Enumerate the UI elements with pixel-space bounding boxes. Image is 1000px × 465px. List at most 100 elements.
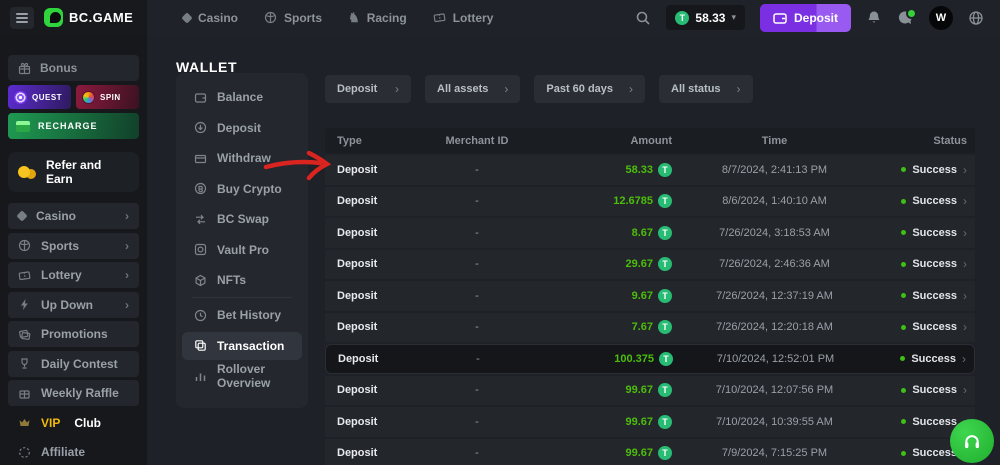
chevron-right-icon[interactable]: [963, 383, 967, 397]
lightning-icon: [18, 298, 31, 311]
col-amount: Amount: [527, 135, 672, 147]
usdt-icon: [658, 257, 672, 271]
chevron-right-icon[interactable]: [963, 163, 967, 177]
success-dot-icon: [901, 419, 906, 424]
refer-and-earn-button[interactable]: Refer and Earn: [8, 152, 139, 192]
chevron-right-icon: [737, 82, 741, 96]
recharge-button[interactable]: RECHARGE: [8, 113, 139, 139]
wallet-nav-buy-crypto[interactable]: Buy Crypto: [182, 175, 302, 203]
wallet-nav-vault-pro[interactable]: Vault Pro: [182, 236, 302, 264]
wallet-nav-rollover-overview[interactable]: Rollover Overview: [182, 362, 302, 390]
wallet-nav-label: Buy Crypto: [217, 182, 282, 196]
cell-merchant-id: -: [427, 384, 527, 396]
nav-sports[interactable]: Sports: [264, 11, 322, 25]
sidebar-toggle-button[interactable]: [10, 7, 34, 29]
chevron-right-icon: [125, 268, 129, 282]
table-row[interactable]: Deposit - 100.375 7/10/2024, 12:52:01 PM…: [325, 344, 975, 374]
nav-label: Racing: [367, 11, 407, 25]
sidebar-item-weekly-raffle[interactable]: Weekly Raffle: [8, 380, 139, 406]
deposit-button[interactable]: Deposit: [760, 4, 851, 32]
table-row[interactable]: Deposit - 99.67 7/10/2024, 12:07:56 PM S…: [325, 376, 975, 406]
wallet-nav-withdraw[interactable]: Withdraw: [182, 144, 302, 172]
transaction-icon: [194, 339, 207, 352]
chat-button[interactable]: [897, 10, 914, 26]
wallet-nav-balance[interactable]: Balance: [182, 83, 302, 111]
chevron-right-icon[interactable]: [963, 257, 967, 271]
table-row[interactable]: Deposit - 99.67 7/9/2024, 7:15:25 PM Suc…: [325, 439, 975, 465]
recharge-label: RECHARGE: [38, 121, 98, 131]
nav-lottery[interactable]: Lottery: [433, 11, 494, 25]
wallet-nav-deposit[interactable]: Deposit: [182, 114, 302, 142]
quest-label: QUEST: [32, 93, 62, 102]
success-dot-icon: [901, 451, 906, 456]
notifications-button[interactable]: [866, 10, 882, 26]
balance-selector[interactable]: 58.33: [666, 5, 745, 30]
language-button[interactable]: [968, 10, 984, 26]
cell-amount: 8.67: [527, 226, 672, 240]
col-time: Time: [672, 135, 877, 147]
sidebar-item-bonus[interactable]: Bonus: [8, 55, 139, 81]
usdt-icon: [675, 11, 689, 25]
chevron-right-icon[interactable]: [963, 226, 967, 240]
lottery-ticket-icon: [18, 269, 31, 282]
brand-logo[interactable]: BC.GAME: [44, 8, 133, 27]
sidebar-item-sports[interactable]: Sports: [8, 233, 139, 259]
status-label: Success: [912, 227, 957, 239]
wallet-nav-nfts[interactable]: NFTs: [182, 266, 302, 294]
wallet-nav-bc-swap[interactable]: BC Swap: [182, 205, 302, 233]
avatar[interactable]: [929, 6, 953, 30]
nav-casino[interactable]: Casino: [183, 11, 238, 25]
sidebar-item-daily-contest[interactable]: Daily Contest: [8, 351, 139, 377]
spin-button[interactable]: SPIN: [76, 85, 139, 109]
filter-asset[interactable]: All assets: [425, 75, 520, 103]
cell-amount: 29.67: [527, 257, 672, 271]
nav-racing[interactable]: Racing: [348, 11, 407, 25]
amount-value: 99.67: [625, 384, 653, 396]
chevron-right-icon[interactable]: [963, 194, 967, 208]
table-row[interactable]: Deposit - 58.33 8/7/2024, 2:41:13 PM Suc…: [325, 155, 975, 185]
table-row[interactable]: Deposit - 8.67 7/26/2024, 3:18:53 AM Suc…: [325, 218, 975, 248]
status-label: Success: [912, 195, 957, 207]
table-row[interactable]: Deposit - 7.67 7/26/2024, 12:20:18 AM Su…: [325, 313, 975, 343]
wallet-nav-label: Balance: [217, 90, 263, 104]
support-button[interactable]: [950, 419, 994, 463]
quest-button[interactable]: QUEST: [8, 85, 71, 109]
wallet-nav-label: Bet History: [217, 308, 281, 322]
nav-label: Lottery: [453, 11, 494, 25]
cell-amount: 99.67: [527, 383, 672, 397]
wallet-nav-label: NFTs: [217, 273, 246, 287]
gift-icon: [18, 62, 31, 75]
sidebar-item-casino[interactable]: Casino: [8, 203, 139, 229]
sidebar-item-lottery[interactable]: Lottery: [8, 262, 139, 288]
cell-merchant-id: -: [427, 321, 527, 333]
chevron-right-icon[interactable]: [963, 289, 967, 303]
wallet-nav-bet-history[interactable]: Bet History: [182, 301, 302, 329]
filter-label: Deposit: [337, 83, 377, 95]
bc-logo-icon: [44, 8, 63, 27]
cell-amount: 100.375: [528, 352, 673, 366]
chevron-right-icon[interactable]: [962, 352, 966, 366]
cell-merchant-id: -: [427, 195, 527, 207]
sidebar-item-updown[interactable]: Up Down: [8, 292, 139, 318]
col-status: Status: [877, 135, 975, 147]
cell-type: Deposit: [325, 447, 427, 459]
nav-label: Casino: [198, 11, 238, 25]
chevron-right-icon[interactable]: [963, 320, 967, 334]
cell-type: Deposit: [325, 321, 427, 333]
table-row[interactable]: Deposit - 12.6785 8/6/2024, 1:40:10 AM S…: [325, 187, 975, 217]
table-row[interactable]: Deposit - 99.67 7/10/2024, 10:39:55 AM S…: [325, 407, 975, 437]
table-row[interactable]: Deposit - 29.67 7/26/2024, 2:46:36 AM Su…: [325, 250, 975, 280]
search-button[interactable]: [635, 10, 651, 26]
usdt-icon: [658, 289, 672, 303]
gold-coins-icon: [16, 164, 38, 180]
wallet-nav-transaction[interactable]: Transaction: [182, 332, 302, 360]
wallet-icon: [194, 91, 207, 104]
filter-type[interactable]: Deposit: [325, 75, 411, 103]
filter-date-range[interactable]: Past 60 days: [534, 75, 645, 103]
cell-amount: 7.67: [527, 320, 672, 334]
filter-status[interactable]: All status: [659, 75, 753, 103]
sidebar-item-affiliate[interactable]: Affiliate: [8, 439, 139, 465]
table-row[interactable]: Deposit - 9.67 7/26/2024, 12:37:19 AM Su…: [325, 281, 975, 311]
sidebar-item-vip-club[interactable]: VIPClub: [8, 410, 139, 436]
sidebar-item-promotions[interactable]: Promotions: [8, 321, 139, 347]
